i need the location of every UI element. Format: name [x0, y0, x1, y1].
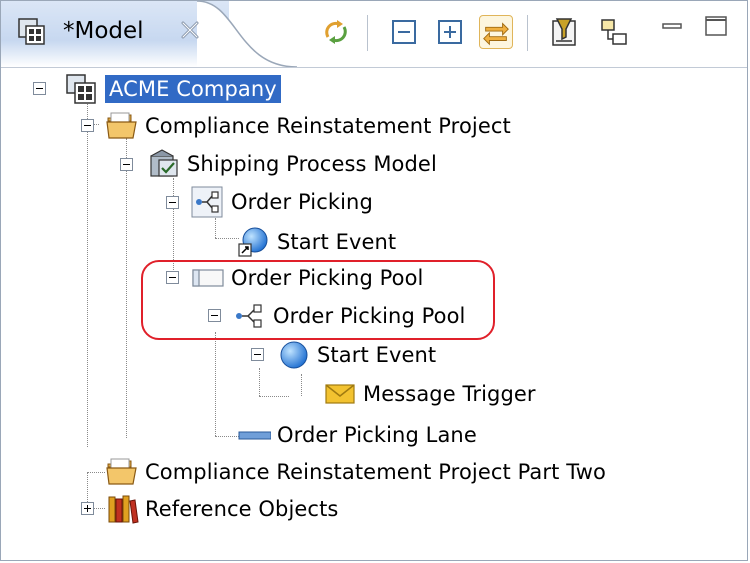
collapse-toggle[interactable]: [166, 196, 179, 209]
tree-connector: [215, 332, 216, 436]
collapse-toggle[interactable]: [208, 309, 221, 322]
tree-item-label: Order Picking Pool: [273, 304, 466, 328]
expand-all-icon[interactable]: [433, 15, 467, 49]
link-with-editor-icon[interactable]: [479, 15, 513, 49]
collapse-toggle[interactable]: [33, 82, 46, 95]
collapse-toggle[interactable]: [166, 271, 179, 284]
collapse-toggle[interactable]: [81, 119, 94, 132]
tree-item-label: Message Trigger: [363, 382, 536, 406]
collapse-all-icon[interactable]: [387, 15, 421, 49]
toolbar-separator: [527, 15, 528, 51]
tree-item-label: Compliance Reinstatement Project: [145, 114, 511, 138]
process-icon: [191, 186, 223, 218]
folder-icon: [106, 458, 137, 485]
model-icon: [66, 74, 96, 104]
start-event-link-icon: [238, 227, 268, 257]
view-toolbar: *Model: [1, 1, 747, 68]
process-model-icon: [150, 149, 178, 177]
tab-title: *Model: [63, 18, 144, 44]
tree-item-label: Order Picking Lane: [277, 423, 477, 447]
model-tree: ACME Company Compliance Reinstatement Pr…: [1, 68, 747, 558]
tree-connector: [215, 436, 239, 437]
tree-item-label: Shipping Process Model: [187, 152, 437, 176]
tree-item-label: Reference Objects: [145, 497, 339, 521]
tree-item-acme-company[interactable]: ACME Company: [65, 71, 281, 107]
start-event-icon: [280, 341, 308, 369]
tree-item-label: Compliance Reinstatement Project Part Tw…: [145, 460, 606, 484]
tree-item-order-picking-lane[interactable]: Order Picking Lane: [237, 417, 477, 453]
maximize-icon[interactable]: [701, 11, 731, 41]
tree-connector: [87, 472, 105, 473]
tree-item-compliance-project-part-two[interactable]: Compliance Reinstatement Project Part Tw…: [105, 454, 606, 490]
toolbar-separator: [367, 15, 368, 51]
tree-item-order-picking-pool[interactable]: Order Picking Pool: [191, 260, 424, 296]
tree-item-compliance-project[interactable]: Compliance Reinstatement Project: [105, 108, 511, 144]
tree-connector: [215, 218, 216, 238]
tree-item-label: ACME Company: [105, 75, 281, 103]
tree-item-label: Start Event: [317, 343, 437, 367]
tab-edge: [197, 1, 297, 67]
tree-item-order-picking[interactable]: Order Picking: [191, 184, 373, 220]
model-view-icon: [18, 18, 45, 45]
sync-icon[interactable]: [319, 15, 353, 49]
pool-icon: [192, 269, 224, 287]
tree-connector: [173, 178, 174, 278]
filter-icon[interactable]: [547, 15, 581, 49]
tree-item-label: Start Event: [277, 230, 397, 254]
folder-icon: [106, 112, 137, 139]
tree-item-start-event-2[interactable]: Start Event: [277, 337, 436, 373]
tree-connector: [126, 138, 127, 438]
layout-icon[interactable]: [597, 15, 631, 49]
tree-item-shipping-process-model[interactable]: Shipping Process Model: [147, 146, 437, 182]
tree-connector: [259, 396, 289, 397]
minimize-icon[interactable]: [657, 11, 687, 41]
collapse-toggle[interactable]: [251, 348, 264, 361]
model-view: *Model ACME Company Compliance Reinstate…: [0, 0, 748, 561]
tree-item-message-trigger[interactable]: Message Trigger: [323, 376, 536, 412]
tree-item-reference-objects[interactable]: Reference Objects: [105, 491, 338, 527]
message-icon: [325, 384, 355, 404]
tree-connector: [259, 368, 260, 396]
tree-item-label: Order Picking: [231, 190, 373, 214]
tree-item-start-event[interactable]: Start Event: [237, 224, 396, 260]
close-icon[interactable]: [179, 19, 201, 41]
books-icon: [108, 495, 139, 524]
expand-toggle[interactable]: [81, 502, 94, 515]
tree-connector: [87, 102, 88, 447]
collapse-toggle[interactable]: [120, 158, 133, 171]
tree-item-label: Order Picking Pool: [231, 266, 424, 290]
lane-icon: [238, 431, 271, 440]
tree-connector: [215, 238, 239, 239]
tree-connector: [301, 374, 302, 396]
tree-item-order-picking-pool-process[interactable]: Order Picking Pool: [233, 298, 466, 334]
process-icon: [236, 304, 262, 328]
